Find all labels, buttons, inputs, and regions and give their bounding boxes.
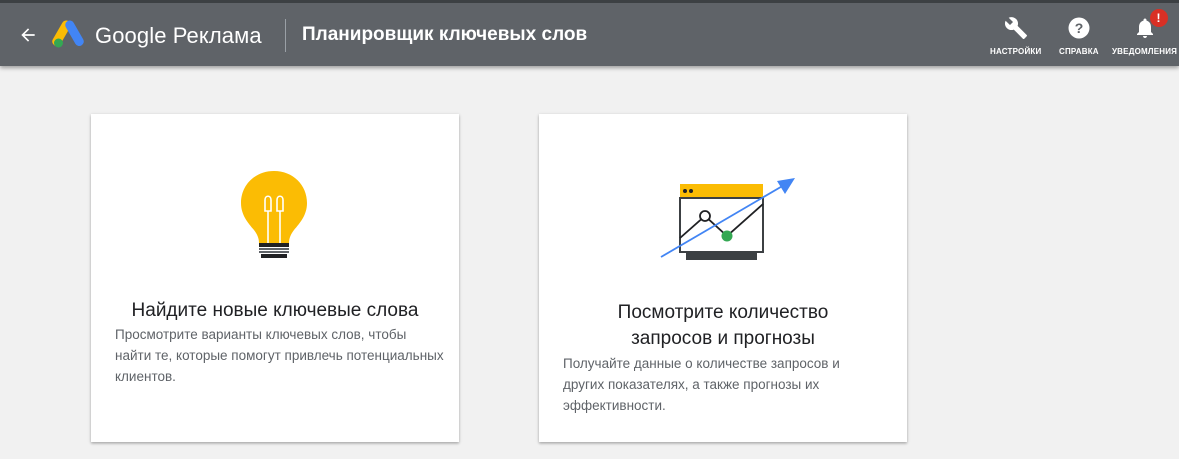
notifications-button[interactable]: ! УВЕДОМЛЕНИЯ bbox=[1112, 9, 1178, 59]
back-arrow-icon[interactable] bbox=[14, 21, 42, 49]
help-button[interactable]: ? СПРАВКА bbox=[1059, 15, 1099, 59]
page-title: Планировщик ключевых слов bbox=[302, 24, 588, 45]
notification-badge: ! bbox=[1149, 9, 1168, 27]
header-divider bbox=[285, 19, 286, 52]
help-icon: ? bbox=[1066, 15, 1092, 41]
settings-label: НАСТРОЙКИ bbox=[990, 47, 1042, 56]
bell-icon: ! bbox=[1132, 9, 1168, 41]
forecast-chart-icon bbox=[660, 178, 795, 260]
card-title: Найдите новые ключевые слова bbox=[131, 300, 419, 321]
card-description: Просмотрите варианты ключевых слов, чтоб… bbox=[115, 327, 444, 384]
settings-button[interactable]: НАСТРОЙКИ bbox=[990, 15, 1041, 59]
wrench-icon bbox=[1003, 15, 1029, 41]
product-brand: Google Реклама bbox=[95, 23, 262, 48]
lightbulb-icon bbox=[241, 171, 307, 258]
forecast-card[interactable]: Посмотрите количество запросов и прогноз… bbox=[539, 114, 907, 442]
svg-text:?: ? bbox=[1075, 20, 1084, 36]
google-ads-logo-icon bbox=[52, 19, 84, 49]
find-keywords-card[interactable]: Найдите новые ключевые слова Просмотрите… bbox=[91, 114, 459, 442]
notifications-label: УВЕДОМЛЕНИЯ bbox=[1112, 47, 1178, 56]
card-title: Посмотрите количество запросов и прогноз… bbox=[617, 302, 829, 349]
top-app-bar: Google Реклама Планировщик ключевых слов… bbox=[0, 0, 1179, 66]
help-label: СПРАВКА bbox=[1059, 47, 1099, 56]
card-description: Получайте данные о количестве запросов и… bbox=[563, 356, 840, 413]
